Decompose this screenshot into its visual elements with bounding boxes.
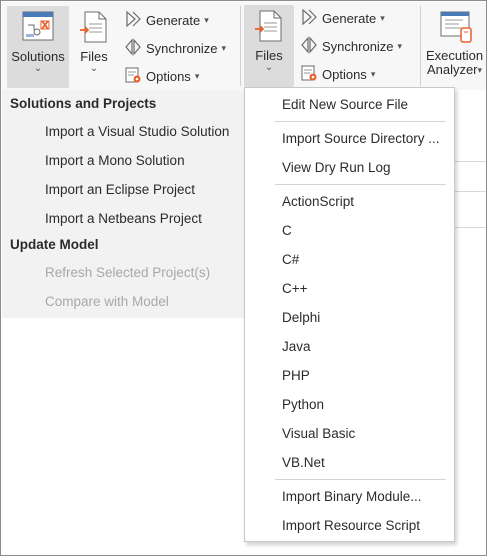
ribbon-toolbar: Solutions ⌄ Files ⌄ Generate ▾ Synchroni… (2, 2, 486, 90)
chevron-down-icon: ⌄ (264, 62, 274, 73)
execution-analyzer-label-1: Execution (425, 48, 484, 63)
import-resource-script-item[interactable]: Import Resource Script (282, 518, 420, 533)
chevron-down-icon: ▾ (380, 12, 385, 23)
solutions-label: Solutions (11, 49, 65, 64)
execution-analyzer-label-2: Analyzer (426, 62, 478, 77)
synchronize-right-button[interactable]: Synchronize ▾ (300, 35, 402, 57)
options-right-label: Options (322, 66, 367, 82)
synchronize-label: Synchronize (146, 40, 218, 56)
files-active-label: Files (255, 48, 283, 63)
synchronize-button[interactable]: Synchronize ▾ (124, 37, 226, 59)
refresh-selected-projects-item: Refresh Selected Project(s) (45, 265, 211, 280)
synchronize-right-label: Synchronize (322, 38, 394, 54)
chevron-down-icon: ▾ (204, 14, 209, 25)
options-icon (300, 64, 318, 85)
ribbon-separator (240, 6, 241, 86)
files-menu: Edit New Source File Import Source Direc… (244, 87, 455, 542)
solutions-icon (20, 10, 56, 47)
chevron-down-icon: ▾ (194, 70, 200, 81)
menu-separator (275, 479, 446, 480)
application-window: Solutions ⌄ Files ⌄ Generate ▾ Synchroni… (0, 0, 487, 556)
generate-label: Generate (146, 12, 201, 28)
synchronize-icon (124, 37, 142, 59)
chevron-down-icon: ⌄ (89, 63, 99, 74)
language-vbnet-item[interactable]: VB.Net (282, 455, 325, 470)
edit-new-source-file-item[interactable]: Edit New Source File (282, 97, 408, 112)
generate-icon (124, 10, 142, 31)
chevron-down-icon: ▾ (477, 64, 483, 75)
import-binary-module-item[interactable]: Import Binary Module... (282, 489, 422, 504)
solutions-button[interactable]: Solutions ⌄ (7, 6, 69, 88)
files-icon (79, 10, 109, 47)
files-button[interactable]: Files ⌄ (74, 6, 114, 88)
import-source-directory-item[interactable]: Import Source Directory ... (282, 131, 440, 146)
execution-analyzer-icon (437, 10, 473, 47)
language-java-item[interactable]: Java (282, 339, 311, 354)
chevron-down-icon: ▾ (221, 42, 227, 53)
generate-button[interactable]: Generate ▾ (124, 9, 209, 31)
language-python-item[interactable]: Python (282, 397, 324, 412)
language-cpp-item[interactable]: C++ (282, 281, 308, 296)
language-delphi-item[interactable]: Delphi (282, 310, 320, 325)
files-icon (254, 9, 284, 46)
generate-right-label: Generate (322, 10, 377, 26)
options-label: Options (146, 68, 191, 84)
chevron-down-icon: ▾ (370, 68, 376, 79)
language-visual-basic-item[interactable]: Visual Basic (282, 426, 355, 441)
options-icon (124, 66, 142, 87)
import-visual-studio-solution-item[interactable]: Import a Visual Studio Solution (45, 124, 229, 139)
ribbon-separator (420, 6, 421, 86)
menu-section-heading: Solutions and Projects (10, 96, 157, 111)
import-eclipse-project-item[interactable]: Import an Eclipse Project (45, 182, 195, 197)
chevron-down-icon: ⌄ (33, 63, 43, 74)
menu-section-heading: Update Model (10, 237, 99, 252)
language-c-item[interactable]: C (282, 223, 292, 238)
compare-with-model-item: Compare with Model (45, 294, 169, 309)
language-actionscript-item[interactable]: ActionScript (282, 194, 354, 209)
import-netbeans-project-item[interactable]: Import a Netbeans Project (45, 211, 202, 226)
solutions-menu: Solutions and Projects Import a Visual S… (2, 90, 244, 318)
synchronize-icon (300, 35, 318, 57)
menu-separator (275, 184, 446, 185)
import-mono-solution-item[interactable]: Import a Mono Solution (45, 153, 185, 168)
chevron-down-icon: ▾ (397, 40, 403, 51)
generate-right-button[interactable]: Generate ▾ (300, 7, 385, 29)
execution-analyzer-button[interactable]: Execution Analyzer ▾ (423, 6, 486, 88)
language-php-item[interactable]: PHP (282, 368, 310, 383)
options-button[interactable]: Options ▾ (124, 65, 199, 87)
files-label: Files (80, 49, 108, 64)
view-dry-run-log-item[interactable]: View Dry Run Log (282, 160, 391, 175)
language-csharp-item[interactable]: C# (282, 252, 299, 267)
options-right-button[interactable]: Options ▾ (300, 63, 375, 85)
menu-separator (275, 121, 446, 122)
generate-icon (300, 8, 318, 29)
files-active-button[interactable]: Files ⌄ (244, 5, 294, 87)
